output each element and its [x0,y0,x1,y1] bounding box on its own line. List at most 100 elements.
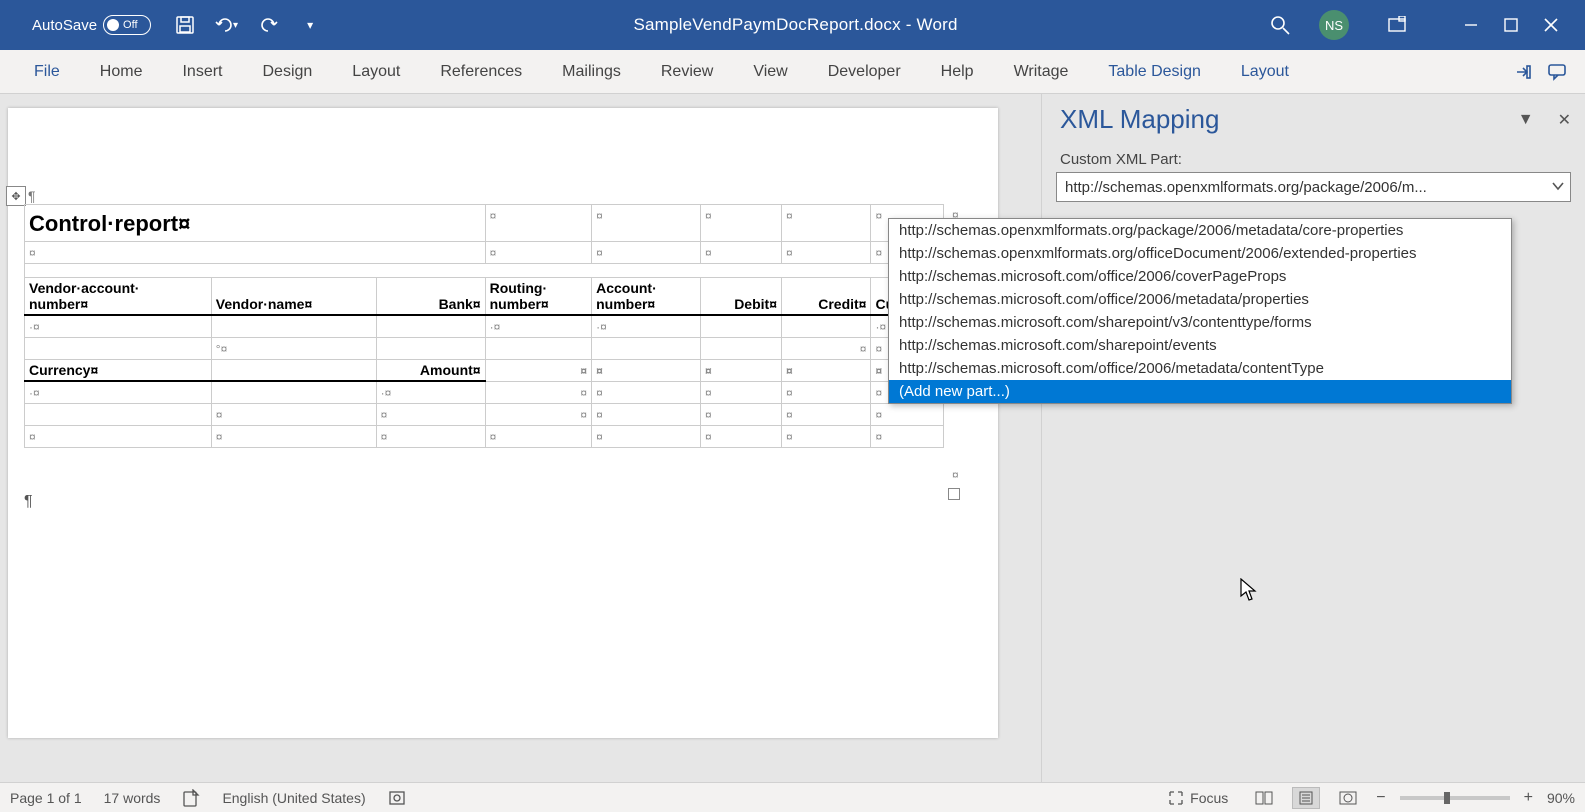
xml-mapping-pane: XML Mapping ▼ ✕ Custom XML Part: http://… [1041,94,1585,782]
status-bar: Page 1 of 1 17 words English (United Sta… [0,782,1585,812]
read-mode-icon[interactable] [1250,787,1278,809]
dropdown-item-add-new[interactable]: (Add new part...) [889,380,1511,403]
status-page[interactable]: Page 1 of 1 [10,790,82,806]
col-vendor-name: Vendor·name¤ [216,296,312,312]
tab-table-layout[interactable]: Layout [1221,50,1309,93]
table-header-row: Vendor·account·number¤ Vendor·name¤ Bank… [25,278,944,316]
focus-mode-button[interactable]: Focus [1168,790,1228,806]
zoom-thumb[interactable] [1444,792,1450,804]
comments-icon[interactable] [1543,58,1571,86]
table-row: ¤¤¤¤¤¤¤¤ [25,425,944,447]
tab-review[interactable]: Review [641,50,733,93]
dropdown-item[interactable]: http://schemas.microsoft.com/office/2006… [889,357,1511,380]
status-language[interactable]: English (United States) [222,790,365,806]
undo-button[interactable]: ▾ [215,15,238,35]
zoom-out-button[interactable]: − [1376,789,1385,807]
custom-xml-part-label: Custom XML Part: [1060,151,1585,168]
dropdown-item[interactable]: http://schemas.openxmlformats.org/office… [889,242,1511,265]
accessibility-icon[interactable] [388,789,406,807]
tab-developer[interactable]: Developer [808,50,921,93]
window-controls [1451,5,1571,45]
web-layout-icon[interactable] [1334,787,1362,809]
pane-options-icon[interactable]: ▼ [1518,111,1534,129]
table-move-handle-icon[interactable]: ✥ [6,186,26,206]
status-right: Focus − + 90% [1168,787,1575,809]
table-row: ·¤·¤·¤·¤ [25,315,944,337]
tab-help[interactable]: Help [921,50,994,93]
tab-writage[interactable]: Writage [994,50,1089,93]
share-icon[interactable] [1509,58,1537,86]
autosave-toggle[interactable]: Off [103,15,151,35]
document-title: SampleVendPaymDocReport.docx - Word [322,15,1269,35]
minimize-button[interactable] [1451,5,1491,45]
title-bar: AutoSave Off ▾ ▾ SampleVendPaymDocReport… [0,0,1585,50]
tab-layout[interactable]: Layout [332,50,420,93]
tab-mailings[interactable]: Mailings [542,50,641,93]
tab-table-design[interactable]: Table Design [1088,50,1221,93]
tab-file[interactable]: File [14,50,80,93]
body-area: ✥ ¶ Control·report¤ ¤ ¤ ¤ ¤ ¤ ¤ ¤ ¤ ¤ ¤ [0,94,1585,782]
status-words[interactable]: 17 words [104,790,161,806]
col-account: Account· [596,280,657,296]
autosave-state: Off [123,19,137,31]
autosave-label: AutoSave [32,17,97,34]
tab-home[interactable]: Home [80,50,163,93]
col-credit: Credit¤ [818,296,866,312]
autosave-group[interactable]: AutoSave Off [32,15,151,35]
table-row: ¤¤¤¤¤¤¤ [25,403,944,425]
mouse-cursor-icon [1240,578,1258,602]
tab-insert[interactable]: Insert [162,50,242,93]
chevron-down-icon[interactable] [1551,179,1565,193]
tab-references[interactable]: References [420,50,542,93]
table-resize-handle-icon[interactable] [948,488,960,500]
col-routing: Routing· [490,280,548,296]
user-avatar[interactable]: NS [1319,10,1349,40]
row-end-mark: ¤ [952,468,959,482]
print-layout-icon[interactable] [1292,787,1320,809]
dropdown-item[interactable]: http://schemas.microsoft.com/office/2006… [889,288,1511,311]
quick-access-toolbar: ▾ ▾ [173,13,322,37]
custom-xml-part-combo[interactable]: http://schemas.openxmlformats.org/packag… [1056,172,1571,202]
search-icon[interactable] [1269,14,1291,36]
col-bank: Bank¤ [439,296,481,312]
sub-currency: Currency¤ [29,362,98,378]
dropdown-item[interactable]: http://schemas.microsoft.com/sharepoint/… [889,334,1511,357]
paragraph-mark-icon: ¶ [28,188,36,204]
save-button[interactable] [173,13,197,37]
document-page: ✥ ¶ Control·report¤ ¤ ¤ ¤ ¤ ¤ ¤ ¤ ¤ ¤ ¤ [8,108,998,738]
col-vendor-account: Vendor·account· [29,280,139,296]
ribbon-right [1509,50,1571,93]
spellcheck-icon[interactable] [182,789,200,807]
dropdown-item[interactable]: http://schemas.microsoft.com/sharepoint/… [889,311,1511,334]
tab-view[interactable]: View [733,50,807,93]
document-table[interactable]: Control·report¤ ¤ ¤ ¤ ¤ ¤ ¤ ¤ ¤ ¤ ¤ ¤ [24,204,944,448]
undo-dropdown-icon[interactable]: ▾ [233,20,238,31]
qat-customize-icon[interactable]: ▾ [298,13,322,37]
zoom-in-button[interactable]: + [1524,789,1533,807]
paragraph-mark-icon: ¶ [24,493,33,511]
pane-title: XML Mapping [1060,104,1219,135]
close-button[interactable] [1531,5,1571,45]
zoom-percent[interactable]: 90% [1547,790,1575,806]
table-subheader-row: Currency¤ Amount¤ ¤ ¤ ¤ ¤ ¤ [25,359,944,381]
title-right-group: NS [1269,5,1571,45]
user-initials: NS [1325,18,1343,33]
toggle-knob [107,19,119,31]
zoom-slider[interactable] [1400,796,1510,800]
pane-close-icon[interactable]: ✕ [1558,110,1571,130]
ribbon-tabs: File Home Insert Design Layout Reference… [0,50,1585,94]
dropdown-item[interactable]: http://schemas.microsoft.com/office/2006… [889,265,1511,288]
redo-button[interactable] [256,13,280,37]
sub-amount: Amount¤ [420,362,481,378]
col-debit: Debit¤ [734,296,777,312]
document-pane[interactable]: ✥ ¶ Control·report¤ ¤ ¤ ¤ ¤ ¤ ¤ ¤ ¤ ¤ ¤ [0,94,1041,782]
control-report-title: Control·report¤ [25,205,486,242]
table-row: ·¤·¤¤¤¤¤¤ [25,381,944,403]
custom-xml-part-dropdown[interactable]: http://schemas.openxmlformats.org/packag… [888,218,1512,404]
dropdown-item[interactable]: http://schemas.openxmlformats.org/packag… [889,219,1511,242]
maximize-button[interactable] [1491,5,1531,45]
ribbon-display-options-icon[interactable] [1377,5,1417,45]
combo-selected-value: http://schemas.openxmlformats.org/packag… [1056,172,1571,202]
pane-header: XML Mapping ▼ ✕ [1042,94,1585,141]
tab-design[interactable]: Design [242,50,332,93]
